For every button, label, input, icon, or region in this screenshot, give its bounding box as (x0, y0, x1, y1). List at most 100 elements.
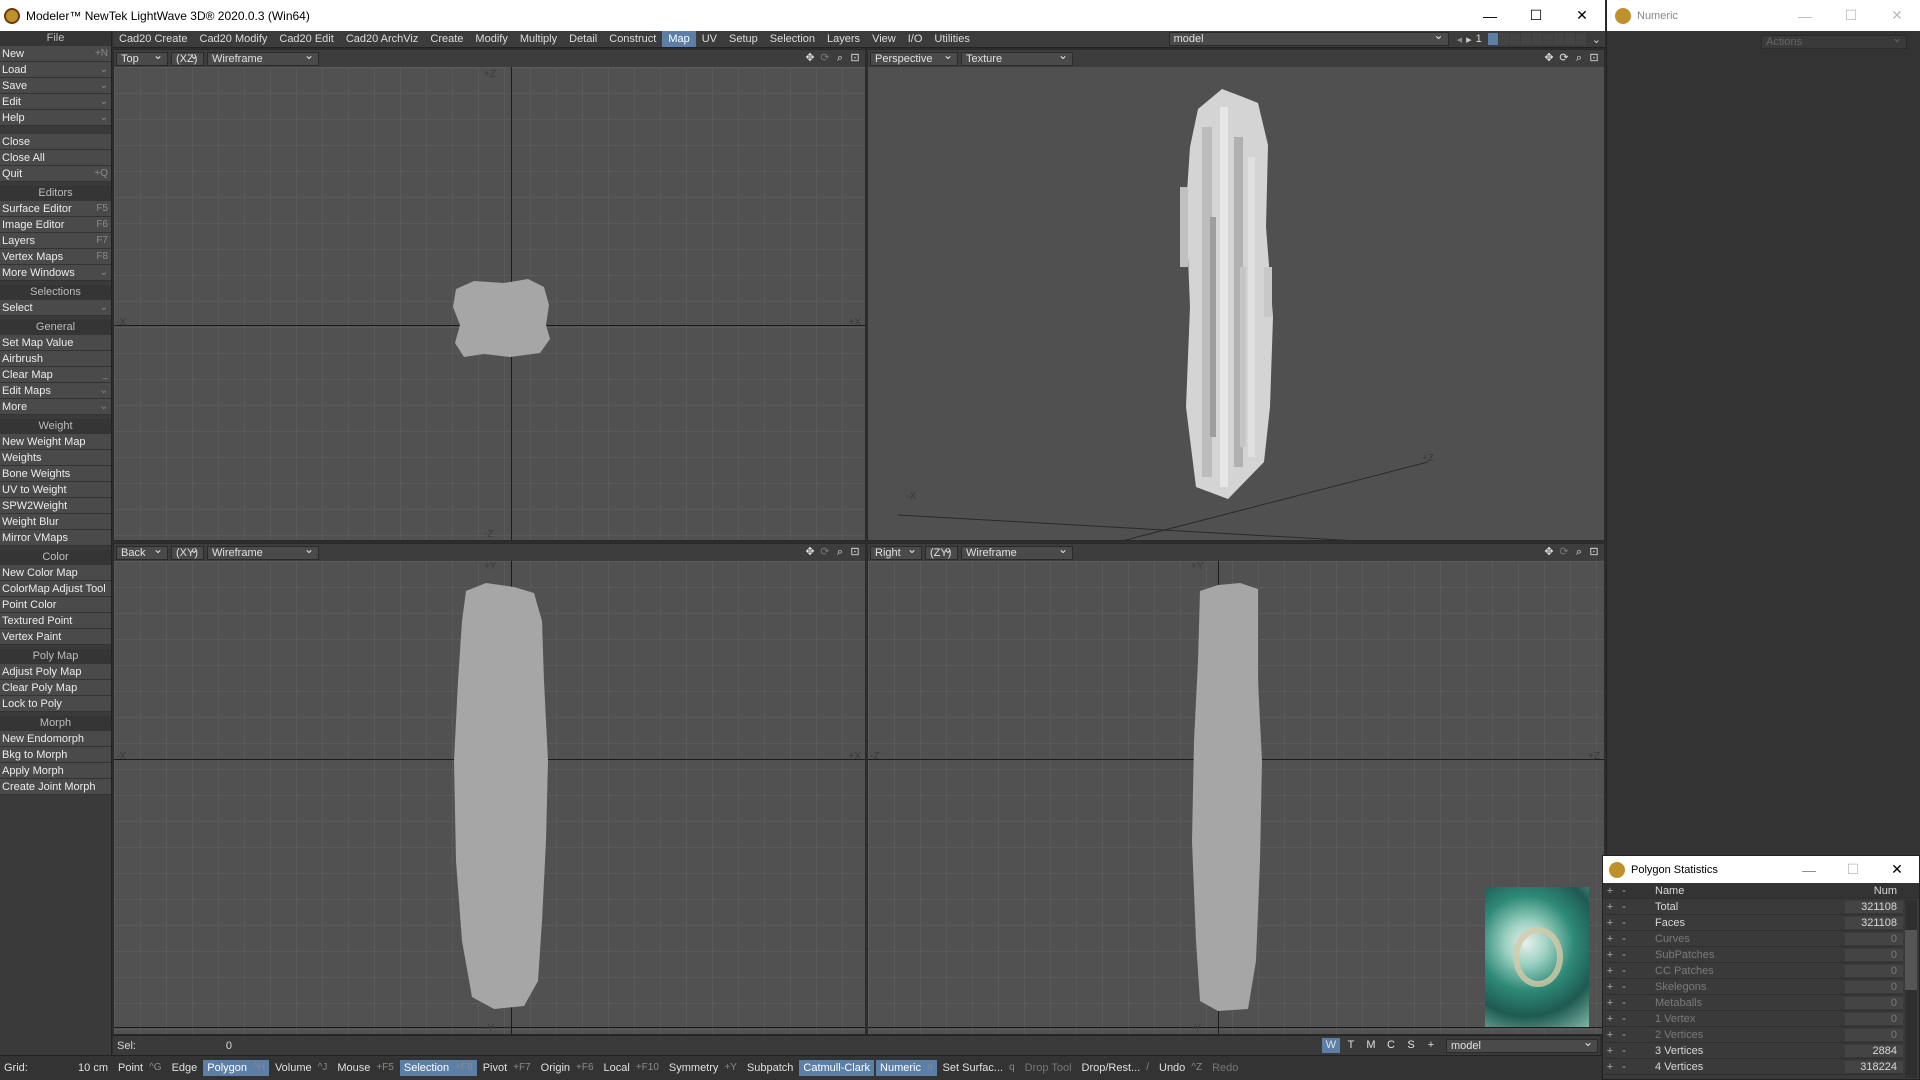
collapse-icon[interactable]: - (1617, 917, 1631, 929)
numeric-close-button[interactable]: ✕ (1874, 0, 1920, 31)
tab-selection[interactable]: Selection (764, 31, 821, 47)
bottom-layer-select[interactable]: model (1446, 1036, 1598, 1053)
render-mode-select[interactable]: Wireframe (207, 50, 319, 66)
zoom-view-icon[interactable]: ⌕ (834, 546, 846, 558)
table-row[interactable]: + - 2 Vertices 0 (1603, 1027, 1903, 1043)
polygon-button[interactable]: Polygon ^H (203, 1060, 269, 1076)
viewport-back[interactable]: Back (XY) Wireframe ✥⟳⌕⊡ +Y-X+X-Y (113, 543, 866, 1035)
sidebar-item-lock-to-poly[interactable]: Lock to Poly (0, 696, 111, 712)
expand-icon[interactable]: + (1603, 965, 1617, 977)
sidebar-item-spw2weight[interactable]: SPW2Weight (0, 498, 111, 514)
expand-icon[interactable]: + (1603, 949, 1617, 961)
sidebar-item-layers[interactable]: Layers F7 (0, 233, 111, 249)
sidebar-item-create-joint-morph[interactable]: Create Joint Morph (0, 779, 111, 795)
toggle-m[interactable]: M (1362, 1038, 1380, 1053)
sidebar-item-uv-to-weight[interactable]: UV to Weight (0, 482, 111, 498)
tab-layers[interactable]: Layers (821, 31, 866, 47)
sidebar-item-textured-point[interactable]: Textured Point (0, 613, 111, 629)
catmull-clark-button[interactable]: Catmull-Clark (799, 1060, 875, 1076)
layer-next-icon[interactable]: ▸ (1466, 33, 1472, 46)
move-view-icon[interactable]: ✥ (1543, 52, 1555, 64)
volume-button[interactable]: Volume ^J (271, 1060, 331, 1076)
toggle-c[interactable]: C (1382, 1038, 1400, 1053)
collapse-icon[interactable]: - (1617, 949, 1631, 961)
table-row[interactable]: + - SubPatches 0 (1603, 947, 1903, 963)
table-row[interactable]: + - Curves 0 (1603, 931, 1903, 947)
tab-uv[interactable]: UV (696, 31, 723, 47)
tab-view[interactable]: View (866, 31, 902, 47)
table-row[interactable]: + - Total 321108 (1603, 899, 1903, 915)
sidebar-item-new-color-map[interactable]: New Color Map (0, 565, 111, 581)
sidebar-item-bone-weights[interactable]: Bone Weights (0, 466, 111, 482)
tab-detail[interactable]: Detail (563, 31, 603, 47)
local-button[interactable]: Local +F10 (600, 1060, 663, 1076)
move-view-icon[interactable]: ✥ (804, 52, 816, 64)
origin-button[interactable]: Origin +F6 (537, 1060, 598, 1076)
view-select[interactable]: Perspective (870, 50, 958, 66)
mouse-button[interactable]: Mouse +F5 (333, 1060, 398, 1076)
sidebar-item-close[interactable]: Close (0, 134, 111, 150)
table-row[interactable]: + - 1 Vertex 0 (1603, 1011, 1903, 1027)
layer-select[interactable]: model (1168, 29, 1449, 46)
view-select[interactable]: Right (870, 544, 922, 560)
sidebar-item-surface-editor[interactable]: Surface Editor F5 (0, 201, 111, 217)
rotate-view-icon[interactable]: ⟳ (1558, 546, 1570, 558)
numeric-minimize-button[interactable]: — (1782, 0, 1828, 31)
polystats-scrollbar[interactable] (1905, 900, 1917, 1078)
set-surfac-button[interactable]: Set Surfac... q (939, 1060, 1019, 1076)
axes-select[interactable]: (XZ) (171, 50, 204, 66)
sidebar-item-new-weight-map[interactable]: New Weight Map (0, 434, 111, 450)
sidebar-item-clear-map[interactable]: Clear Map _ (0, 367, 111, 383)
sidebar-item-mirror-vmaps[interactable]: Mirror VMaps (0, 530, 111, 546)
tab-map[interactable]: Map (662, 31, 696, 47)
sidebar-item-set-map-value[interactable]: Set Map Value (0, 335, 111, 351)
sidebar-item-load[interactable]: Load ⌄ (0, 62, 111, 78)
expand-icon[interactable]: + (1603, 1013, 1617, 1025)
sidebar-item-edit[interactable]: Edit ⌄ (0, 94, 111, 110)
viewport-top[interactable]: Top (XZ) Wireframe ✥⟳⌕⊡ +Z-X+X-Z (113, 49, 866, 541)
axes-select[interactable]: (ZY) (925, 544, 958, 560)
polystats-close-button[interactable]: ✕ (1875, 854, 1919, 885)
table-row[interactable]: + - Skelegons 0 (1603, 979, 1903, 995)
sidebar-item-quit[interactable]: Quit +Q (0, 166, 111, 182)
toggle-s[interactable]: S (1402, 1038, 1420, 1053)
collapse-icon[interactable]: - (1617, 1013, 1631, 1025)
viewport-perspective[interactable]: Perspective Texture ✥⟳⌕⊡ -X+Z (867, 49, 1605, 541)
sidebar-item-colormap-adjust-tool[interactable]: ColorMap Adjust Tool (0, 581, 111, 597)
subpatch-button[interactable]: Subpatch (743, 1060, 797, 1076)
sidebar-item-vertex-maps[interactable]: Vertex Maps F8 (0, 249, 111, 265)
expand-icon[interactable]: + (1603, 917, 1617, 929)
move-view-icon[interactable]: ✥ (1543, 546, 1555, 558)
drop-tool-button[interactable]: Drop Tool (1021, 1060, 1076, 1076)
view-select[interactable]: Top (116, 50, 168, 66)
zoom-view-icon[interactable]: ⌕ (1573, 52, 1585, 64)
viewport-right[interactable]: Right (ZY) Wireframe ✥⟳⌕⊡ +Y-Z+Z-Y (867, 543, 1605, 1035)
tab-modify[interactable]: Modify (469, 31, 513, 47)
close-button[interactable]: ✕ (1559, 0, 1605, 31)
sidebar-item-save[interactable]: Save ⌄ (0, 78, 111, 94)
polystats-minimize-button[interactable]: — (1787, 854, 1831, 885)
maximize-view-icon[interactable]: ⊡ (849, 52, 861, 64)
expand-icon[interactable]: + (1603, 1029, 1617, 1041)
expand-icon[interactable]: + (1603, 1061, 1617, 1073)
layer-number[interactable]: 1 (1476, 33, 1482, 45)
sidebar-item-edit-maps[interactable]: Edit Maps ⌄ (0, 383, 111, 399)
tab-construct[interactable]: Construct (603, 31, 662, 47)
point-button[interactable]: Point ^G (114, 1060, 166, 1076)
maximize-view-icon[interactable]: ⊡ (1588, 546, 1600, 558)
sidebar-item-adjust-poly-map[interactable]: Adjust Poly Map (0, 664, 111, 680)
render-mode-select[interactable]: Wireframe (207, 544, 319, 560)
sidebar-item-bkg-to-morph[interactable]: Bkg to Morph (0, 747, 111, 763)
expand-icon[interactable]: + (1603, 901, 1617, 913)
zoom-view-icon[interactable]: ⌕ (1573, 546, 1585, 558)
tab-multiply[interactable]: Multiply (514, 31, 563, 47)
rotate-view-icon[interactable]: ⟳ (1558, 52, 1570, 64)
collapse-icon[interactable]: - (1617, 1029, 1631, 1041)
maximize-view-icon[interactable]: ⊡ (849, 546, 861, 558)
maximize-view-icon[interactable]: ⊡ (1588, 52, 1600, 64)
collapse-icon[interactable]: - (1617, 933, 1631, 945)
maximize-button[interactable]: ☐ (1513, 0, 1559, 31)
zoom-view-icon[interactable]: ⌕ (834, 52, 846, 64)
sidebar-item-clear-poly-map[interactable]: Clear Poly Map (0, 680, 111, 696)
sidebar-item-airbrush[interactable]: Airbrush (0, 351, 111, 367)
